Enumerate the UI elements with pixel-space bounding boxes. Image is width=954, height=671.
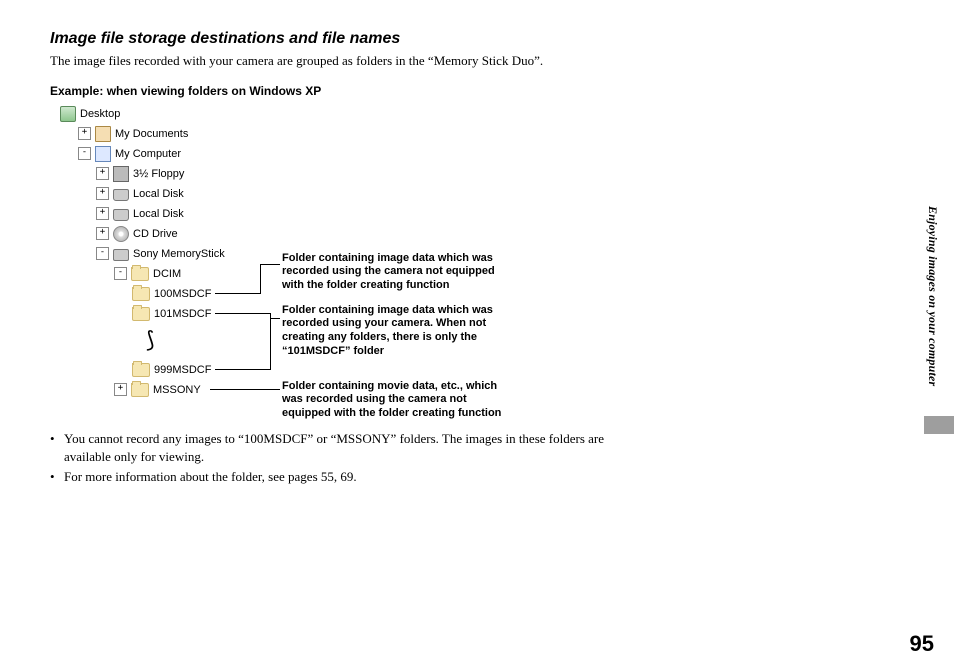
leader-line bbox=[210, 389, 280, 390]
collapse-icon[interactable]: - bbox=[96, 247, 109, 260]
callout-100msdcf: Folder containing image data which was r… bbox=[282, 252, 502, 293]
side-index-marker bbox=[924, 416, 954, 434]
tree-memorystick[interactable]: - Sony MemoryStick bbox=[96, 244, 225, 264]
tree-label: 100MSDCF bbox=[154, 284, 211, 304]
collapse-icon[interactable]: - bbox=[114, 267, 127, 280]
cd-icon bbox=[113, 226, 129, 242]
tree-label: Local Disk bbox=[133, 204, 184, 224]
callout-101msdcf: Folder containing image data which was r… bbox=[282, 304, 502, 359]
tree-my-documents[interactable]: + My Documents bbox=[78, 124, 225, 144]
leader-line bbox=[215, 313, 270, 314]
disk-icon bbox=[113, 189, 129, 201]
leader-line bbox=[270, 313, 271, 370]
tree-label: DCIM bbox=[153, 264, 181, 284]
page-number: 95 bbox=[910, 631, 934, 657]
explorer-tree: Desktop + My Documents - My Computer +3½ F… bbox=[60, 104, 225, 400]
folder-icon bbox=[131, 267, 149, 281]
collapse-icon[interactable]: - bbox=[78, 147, 91, 160]
callout-mssony: Folder containing movie data, etc., whic… bbox=[282, 380, 502, 421]
folder-icon bbox=[131, 383, 149, 397]
expand-icon[interactable]: + bbox=[114, 383, 127, 396]
list-item: •You cannot record any images to “100MSD… bbox=[50, 430, 610, 466]
tree-cd-drive[interactable]: + CD Drive bbox=[96, 224, 225, 244]
tree-desktop[interactable]: Desktop bbox=[60, 104, 225, 124]
folder-icon bbox=[132, 307, 150, 321]
leader-line bbox=[215, 369, 270, 370]
note-text: You cannot record any images to “100MSDC… bbox=[64, 430, 610, 466]
expand-icon[interactable]: + bbox=[96, 227, 109, 240]
leader-line bbox=[270, 318, 280, 319]
desktop-icon bbox=[60, 106, 76, 122]
list-item: •For more information about the folder, … bbox=[50, 468, 610, 486]
expand-icon[interactable]: + bbox=[96, 187, 109, 200]
tree-101msdcf[interactable]: 101MSDCF bbox=[132, 304, 225, 324]
tree-local-disk-1[interactable]: + Local Disk bbox=[96, 184, 225, 204]
tree-label: 3½ Floppy bbox=[133, 164, 184, 184]
tree-label: 999MSDCF bbox=[154, 360, 211, 380]
memorystick-icon bbox=[113, 249, 129, 261]
floppy-icon bbox=[113, 166, 129, 182]
tree-dcim[interactable]: - DCIM bbox=[114, 264, 225, 284]
tree-label: My Computer bbox=[115, 144, 181, 164]
expand-icon[interactable]: + bbox=[96, 167, 109, 180]
tree-my-computer[interactable]: - My Computer bbox=[78, 144, 225, 164]
chapter-side-tab: Enjoying images on your computer bbox=[925, 206, 940, 386]
tree-100msdcf[interactable]: 100MSDCF bbox=[132, 284, 225, 304]
tree-floppy[interactable]: +3½ Floppy bbox=[96, 164, 225, 184]
manual-page: Image file storage destinations and file… bbox=[0, 0, 954, 671]
expand-icon[interactable]: + bbox=[96, 207, 109, 220]
docs-icon bbox=[95, 126, 111, 142]
intro-text: The image files recorded with your camer… bbox=[50, 52, 580, 70]
tree-label: My Documents bbox=[115, 124, 188, 144]
tree-local-disk-2[interactable]: + Local Disk bbox=[96, 204, 225, 224]
tree-label: Desktop bbox=[80, 104, 120, 124]
example-heading: Example: when viewing folders on Windows… bbox=[50, 84, 894, 98]
note-text: For more information about the folder, s… bbox=[64, 468, 357, 486]
section-title: Image file storage destinations and file… bbox=[50, 30, 894, 48]
notes-list: •You cannot record any images to “100MSD… bbox=[50, 430, 894, 487]
tree-ellipsis: ⟆ bbox=[60, 324, 225, 360]
computer-icon bbox=[95, 146, 111, 162]
disk-icon bbox=[113, 209, 129, 221]
tree-label: 101MSDCF bbox=[154, 304, 211, 324]
leader-line bbox=[215, 293, 260, 294]
expand-icon[interactable]: + bbox=[78, 127, 91, 140]
tree-label: CD Drive bbox=[133, 224, 178, 244]
tree-999msdcf[interactable]: 999MSDCF bbox=[132, 360, 225, 380]
leader-line bbox=[260, 264, 280, 265]
folder-icon bbox=[132, 363, 150, 377]
tree-label: Local Disk bbox=[133, 184, 184, 204]
leader-line bbox=[260, 264, 261, 294]
folder-tree-diagram: Desktop + My Documents - My Computer +3½ F… bbox=[50, 104, 894, 424]
folder-icon bbox=[132, 287, 150, 301]
tree-label: Sony MemoryStick bbox=[133, 244, 225, 264]
tree-label: MSSONY bbox=[153, 380, 201, 400]
tree-mssony[interactable]: + MSSONY bbox=[114, 380, 225, 400]
